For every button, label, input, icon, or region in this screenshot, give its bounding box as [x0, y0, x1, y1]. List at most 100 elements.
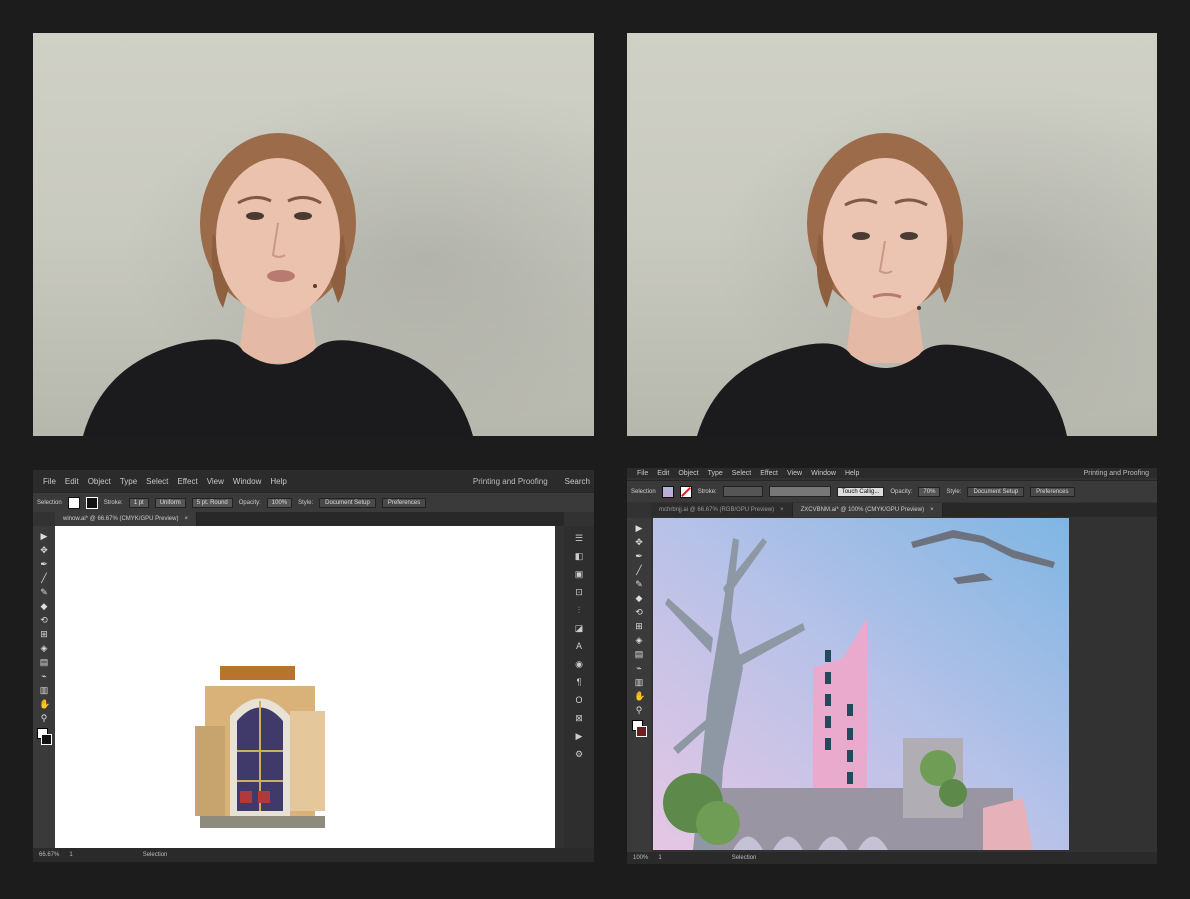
variable-width-field[interactable] — [768, 486, 831, 497]
preferences-button[interactable]: Preferences — [381, 497, 427, 508]
artboard[interactable] — [55, 526, 555, 848]
pen-tool-icon[interactable]: ✒ — [634, 552, 644, 561]
align-icon[interactable]: ⫶ — [578, 606, 580, 615]
libraries-icon[interactable]: ▣ — [575, 570, 584, 579]
opacity-field[interactable]: 100% — [266, 497, 293, 508]
document-tab-mchrbnjj[interactable]: mchrbnjj.ai @ 66.67% (RGB/GPU Preview) × — [651, 503, 793, 517]
brush-dropdown[interactable]: Touch Callig... — [836, 486, 885, 497]
current-tool: Selection — [142, 852, 168, 858]
zoom-tool-icon[interactable]: ⚲ — [634, 706, 644, 715]
menu-object[interactable]: Object — [678, 470, 698, 477]
video-tile-participant-2[interactable] — [627, 33, 1157, 436]
fill-swatch[interactable] — [67, 496, 80, 509]
menu-select[interactable]: Select — [146, 477, 168, 486]
rotate-tool-icon[interactable]: ⟲ — [634, 608, 644, 617]
eraser-tool-icon[interactable]: ◆ — [634, 594, 644, 603]
gradient-tool-icon[interactable]: ▤ — [634, 650, 644, 659]
document-setup-button[interactable]: Document Setup — [967, 486, 1025, 497]
artboard[interactable] — [653, 518, 1069, 850]
menu-file[interactable]: File — [43, 477, 56, 486]
direct-selection-icon[interactable]: ✥ — [634, 538, 644, 547]
eyedropper-icon[interactable]: ⌁ — [634, 664, 644, 673]
close-icon[interactable]: × — [184, 516, 188, 522]
hand-tool-icon[interactable]: ✋ — [634, 692, 645, 701]
mode-label: Selection — [37, 499, 62, 506]
document-setup-button[interactable]: Document Setup — [319, 497, 376, 508]
graph-tool-icon[interactable]: ▥ — [634, 678, 644, 687]
menu-edit[interactable]: Edit — [65, 477, 79, 486]
menu-type[interactable]: Type — [708, 470, 723, 477]
actions-icon[interactable]: ▶ — [576, 732, 583, 741]
hand-tool-icon[interactable]: ✋ — [39, 700, 50, 709]
stroke-swatch[interactable] — [85, 496, 98, 509]
opentype-icon[interactable]: O — [575, 696, 582, 705]
graph-tool-icon[interactable]: ▥ — [39, 686, 49, 695]
search-field[interactable]: Search — [565, 477, 594, 486]
color-icon[interactable]: ◉ — [575, 660, 583, 669]
workspace-switcher[interactable]: Printing and Proofing — [1084, 470, 1157, 477]
fill-swatch[interactable] — [661, 485, 674, 498]
stroke-none-swatch[interactable] — [679, 485, 692, 498]
free-transform-icon[interactable]: ⊞ — [634, 622, 644, 631]
appearance-icon[interactable]: ⊠ — [575, 714, 583, 723]
status-bar: 66.67% 1 Selection — [33, 848, 594, 862]
video-tile-participant-1[interactable] — [33, 33, 594, 436]
close-icon[interactable]: × — [780, 507, 784, 513]
direct-selection-icon[interactable]: ✥ — [39, 546, 49, 555]
properties-icon[interactable]: ☰ — [575, 534, 583, 543]
line-tool-icon[interactable]: ╱ — [39, 574, 49, 583]
fill-stroke-icon[interactable] — [37, 728, 52, 746]
zoom-level[interactable]: 66.67% — [39, 852, 59, 858]
transform-icon[interactable]: ⊡ — [575, 588, 583, 597]
menu-view[interactable]: View — [207, 477, 224, 486]
stroke-profile-dropdown[interactable]: Uniform — [154, 497, 186, 508]
menu-help[interactable]: Help — [845, 470, 859, 477]
fill-stroke-icon[interactable] — [632, 720, 647, 738]
eyedropper-icon[interactable]: ⌁ — [39, 672, 49, 681]
screen-share-illustrator-1[interactable]: File Edit Object Type Select Effect View… — [33, 470, 594, 862]
stroke-weight-field[interactable]: 1 pt — [128, 497, 149, 508]
close-icon[interactable]: × — [930, 507, 934, 513]
preferences-button[interactable]: Preferences — [1030, 486, 1075, 497]
workspace-switcher[interactable]: Printing and Proofing — [473, 477, 556, 486]
rotate-tool-icon[interactable]: ⟲ — [39, 616, 49, 625]
settings-icon[interactable]: ⚙ — [575, 750, 583, 759]
document-tab-zxcvbnm[interactable]: ZXCVBNM.ai* @ 100% (CMYK/GPU Preview) × — [792, 503, 943, 517]
menu-type[interactable]: Type — [120, 477, 137, 486]
menu-object[interactable]: Object — [88, 477, 111, 486]
menu-file[interactable]: File — [637, 470, 648, 477]
artboard-number[interactable]: 1 — [69, 852, 72, 858]
stroke-weight-field[interactable] — [722, 486, 763, 497]
free-transform-icon[interactable]: ⊞ — [39, 630, 49, 639]
artboard-number[interactable]: 1 — [658, 855, 661, 861]
selection-tool-icon[interactable]: ▶ — [634, 524, 644, 533]
brush-dropdown[interactable]: 5 pt. Round — [191, 497, 233, 508]
none-slash-icon — [680, 486, 691, 497]
menu-window[interactable]: Window — [811, 470, 836, 477]
menu-help[interactable]: Help — [270, 477, 286, 486]
eraser-tool-icon[interactable]: ◆ — [39, 602, 49, 611]
pathfinder-icon[interactable]: ◪ — [575, 624, 584, 633]
menu-effect[interactable]: Effect — [177, 477, 197, 486]
menu-view[interactable]: View — [787, 470, 802, 477]
line-tool-icon[interactable]: ╱ — [634, 566, 644, 575]
layers-icon[interactable]: ◧ — [575, 552, 584, 561]
menu-edit[interactable]: Edit — [657, 470, 669, 477]
selection-tool-icon[interactable]: ▶ — [39, 532, 49, 541]
brush-tool-icon[interactable]: ✎ — [39, 588, 49, 597]
document-tab-winow[interactable]: winow.ai* @ 66.67% (CMYK/GPU Preview) × — [55, 512, 197, 526]
paragraph-icon[interactable]: ¶ — [577, 678, 582, 687]
opacity-field[interactable]: 70% — [918, 486, 941, 497]
menu-window[interactable]: Window — [233, 477, 261, 486]
shape-builder-icon[interactable]: ◈ — [39, 644, 49, 653]
brush-tool-icon[interactable]: ✎ — [634, 580, 644, 589]
screen-share-illustrator-2[interactable]: File Edit Object Type Select Effect View… — [627, 468, 1157, 864]
zoom-tool-icon[interactable]: ⚲ — [39, 714, 49, 723]
shape-builder-icon[interactable]: ◈ — [634, 636, 644, 645]
character-icon[interactable]: A — [576, 642, 582, 651]
gradient-tool-icon[interactable]: ▤ — [39, 658, 49, 667]
menu-effect[interactable]: Effect — [760, 470, 778, 477]
pen-tool-icon[interactable]: ✒ — [39, 560, 49, 569]
menu-select[interactable]: Select — [732, 470, 751, 477]
zoom-level[interactable]: 100% — [633, 855, 648, 861]
